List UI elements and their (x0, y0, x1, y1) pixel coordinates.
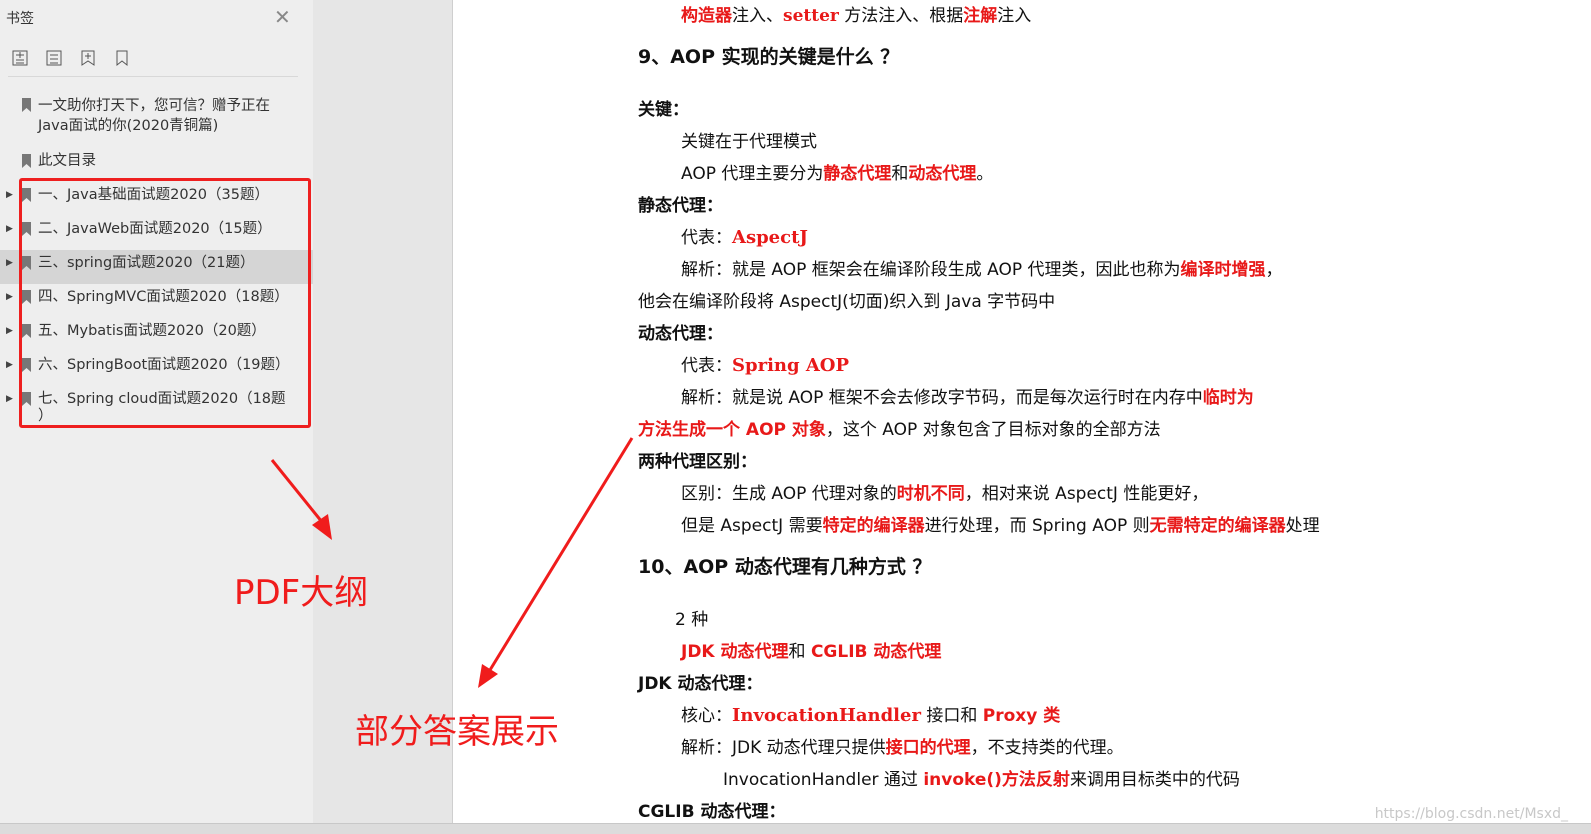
question-heading: 9、AOP 实现的关键是什么 ？ (638, 46, 900, 68)
expand-arrow-icon[interactable]: ▶ (6, 224, 13, 234)
bookmark-label: 此文目录 (38, 153, 96, 169)
close-icon[interactable]: ✕ (274, 5, 291, 29)
pdf-page: 构造器注入、setter 方法注入、根据注解注入 9、AOP 实现的关键是什么 … (452, 0, 1591, 834)
status-bar (0, 823, 1591, 834)
bookmark-flag-icon (21, 358, 32, 376)
bookmark-item[interactable]: ▶ 七、Spring cloud面试题2020（18题 ） (0, 386, 313, 426)
text-line: 他会在编译阶段将 AspectJ(切面)织入到 Java 字节码中 (638, 292, 1056, 312)
bookmark-list: 一文助你打天下，您可信？赠予正在Java面试的你(2020青铜篇) 此文目录 ▶… (0, 92, 313, 426)
bookmark-item[interactable]: ▶ 六、SpringBoot面试题2020（19题） (0, 352, 313, 386)
bookmark-flag-icon (21, 324, 32, 342)
text-line: 解析：就是说 AOP 框架不会去修改字节码，而是每次运行时在内存中临时为 (681, 388, 1254, 408)
bookmark-label-cont: ） (38, 408, 53, 424)
text-line: 解析：就是 AOP 框架会在编译阶段生成 AOP 代理类，因此也称为编译时增强， (681, 260, 1283, 280)
bookmark-label: 七、Spring cloud面试题2020（18题 (38, 391, 286, 407)
text-line: InvocationHandler 通过 invoke()方法反射来调用目标类中… (723, 770, 1240, 790)
add-bookmark-icon[interactable] (78, 48, 98, 68)
bookmark-flag-icon (21, 222, 32, 240)
section-label: 关键： (638, 100, 689, 120)
expand-arrow-icon[interactable]: ▶ (6, 190, 13, 200)
bookmark-label: 一、Java基础面试题2020（35题） (38, 187, 269, 203)
bookmark-item[interactable]: ▶ 二、JavaWeb面试题2020（15题） (0, 216, 313, 250)
bookmark-label: 二、JavaWeb面试题2020（15题） (38, 221, 272, 237)
section-label: 两种代理区别： (638, 452, 757, 472)
bookmark-item[interactable]: ▶ 五、Mybatis面试题2020（20题） (0, 318, 313, 352)
section-label: 静态代理： (638, 196, 723, 216)
text-line: 代表：AspectJ (681, 227, 808, 248)
text-line: 核心：InvocationHandler 接口和 Proxy 类 (681, 705, 1061, 726)
expand-arrow-icon[interactable]: ▶ (6, 394, 13, 404)
outline-annotation: PDF大纲 (234, 573, 369, 613)
bookmark-flag-icon (21, 290, 32, 308)
bookmark-icon[interactable] (112, 48, 132, 68)
text-line: 区别：生成 AOP 代理对象的时机不同，相对来说 AspectJ 性能更好， (681, 484, 1209, 504)
text-line: 2 种 (675, 610, 709, 630)
bookmark-toolbar (10, 48, 132, 68)
text-line: JDK 动态代理和 CGLIB 动态代理 (681, 642, 942, 662)
expand-arrow-icon[interactable]: ▶ (6, 360, 13, 370)
answers-annotation: 部分答案展示 (355, 712, 559, 752)
bookmark-item-selected[interactable]: ▶ 三、spring面试题2020（21题） (0, 250, 313, 284)
bookmark-flag-icon (21, 98, 32, 116)
section-label: CGLIB 动态代理： (638, 802, 786, 822)
section-label: 动态代理： (638, 324, 723, 344)
watermark: https://blog.csdn.net/Msxd_ (1374, 806, 1568, 822)
bookmark-label: 四、SpringMVC面试题2020（18题） (38, 289, 289, 305)
text-line: 但是 AspectJ 需要特定的编译器进行处理，而 Spring AOP 则无需… (681, 516, 1320, 536)
text-line: 关键在于代理模式 (681, 132, 817, 152)
text-line: 代表：Spring AOP (681, 355, 850, 376)
bookmark-label: 六、SpringBoot面试题2020（19题） (38, 357, 290, 373)
bookmark-flag-icon (21, 392, 32, 410)
collapse-all-icon[interactable] (44, 48, 64, 68)
divider (8, 76, 298, 77)
text-line: 构造器注入、setter 方法注入、根据注解注入 (681, 6, 1032, 26)
bookmark-label: 三、spring面试题2020（21题） (38, 255, 255, 271)
text-line: AOP 代理主要分为静态代理和动态代理。 (681, 164, 994, 184)
bookmark-panel: 书签 ✕ 一文助你打天下，您可信？赠予正在Java面试的你(2020青铜篇) 此… (0, 0, 314, 834)
panel-title: 书签 (6, 11, 34, 27)
expand-arrow-icon[interactable]: ▶ (6, 258, 13, 268)
bookmark-item[interactable]: 此文目录 (0, 148, 313, 182)
question-heading: 10、AOP 动态代理有几种方式 ？ (638, 556, 932, 578)
text-line: 方法生成一个 AOP 对象，这个 AOP 对象包含了目标对象的全部方法 (638, 420, 1161, 440)
expand-all-icon[interactable] (10, 48, 30, 68)
bookmark-flag-icon (21, 188, 32, 206)
bookmark-flag-icon (21, 256, 32, 274)
bookmark-item[interactable]: ▶ 四、SpringMVC面试题2020（18题） (0, 284, 313, 318)
bookmark-item[interactable]: ▶ 一、Java基础面试题2020（35题） (0, 182, 313, 216)
text-line: 解析：JDK 动态代理只提供接口的代理，不支持类的代理。 (681, 738, 1124, 758)
section-label: JDK 动态代理： (638, 674, 763, 694)
bookmark-label: 五、Mybatis面试题2020（20题） (38, 323, 266, 339)
bookmark-item[interactable]: 一文助你打天下，您可信？赠予正在Java面试的你(2020青铜篇) (0, 92, 313, 140)
bookmark-flag-icon (21, 154, 32, 172)
expand-arrow-icon[interactable]: ▶ (6, 326, 13, 336)
bookmark-label: 一文助你打天下，您可信？赠予正在Java面试的你(2020青铜篇) (38, 98, 270, 134)
expand-arrow-icon[interactable]: ▶ (6, 292, 13, 302)
